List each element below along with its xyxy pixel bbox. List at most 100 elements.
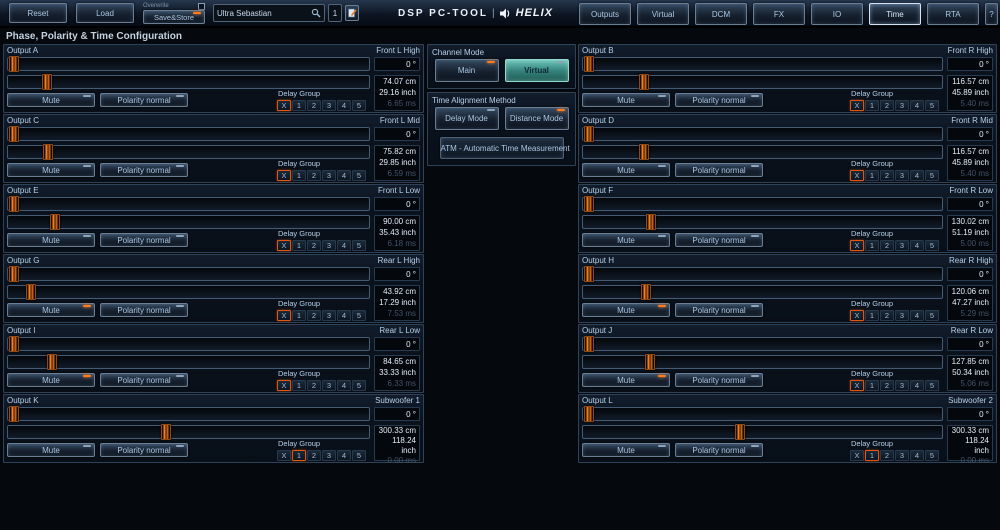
delay-group-3[interactable]: 3 [895, 450, 909, 461]
mute-button[interactable]: Mute [7, 303, 95, 317]
delay-group-1[interactable]: 1 [865, 310, 879, 321]
distance-mode-button[interactable]: Distance Mode [505, 107, 569, 130]
phase-slider-thumb[interactable] [584, 266, 594, 282]
delay-group-3[interactable]: 3 [895, 310, 909, 321]
phase-slider-thumb[interactable] [584, 406, 594, 422]
virtual-mode-button[interactable]: Virtual [505, 59, 569, 82]
delay-slider[interactable] [582, 285, 943, 299]
delay-group-1[interactable]: 1 [865, 380, 879, 391]
load-button[interactable]: Load [76, 3, 134, 23]
mute-button[interactable]: Mute [7, 373, 95, 387]
delay-group-1[interactable]: 1 [292, 240, 306, 251]
delay-group-1[interactable]: 1 [865, 240, 879, 251]
delay-slider[interactable] [582, 425, 943, 439]
phase-slider-thumb[interactable] [584, 56, 594, 72]
delay-slider[interactable] [7, 425, 370, 439]
delay-group-4[interactable]: 4 [910, 100, 924, 111]
delay-group-5[interactable]: 5 [925, 450, 939, 461]
phase-slider[interactable] [7, 57, 370, 71]
mute-button[interactable]: Mute [582, 93, 670, 107]
tab-io[interactable]: IO [811, 3, 863, 25]
polarity-button[interactable]: Polarity normal [100, 443, 188, 457]
polarity-button[interactable]: Polarity normal [100, 233, 188, 247]
delay-group-x[interactable]: X [277, 310, 291, 321]
delay-group-x[interactable]: X [850, 170, 864, 181]
mute-button[interactable]: Mute [7, 163, 95, 177]
overwrite-checkbox[interactable] [198, 3, 205, 10]
delay-slider[interactable] [582, 145, 943, 159]
delay-mode-button[interactable]: Delay Mode [435, 107, 499, 130]
delay-group-4[interactable]: 4 [910, 170, 924, 181]
delay-group-2[interactable]: 2 [880, 240, 894, 251]
delay-slider-thumb[interactable] [47, 354, 57, 370]
mute-button[interactable]: Mute [7, 93, 95, 107]
delay-group-x[interactable]: X [850, 100, 864, 111]
delay-group-1[interactable]: 1 [292, 450, 306, 461]
delay-slider-thumb[interactable] [645, 354, 655, 370]
delay-group-3[interactable]: 3 [895, 380, 909, 391]
polarity-button[interactable]: Polarity normal [675, 443, 763, 457]
delay-slider[interactable] [7, 215, 370, 229]
polarity-button[interactable]: Polarity normal [675, 233, 763, 247]
delay-group-1[interactable]: 1 [292, 100, 306, 111]
delay-group-x[interactable]: X [277, 240, 291, 251]
polarity-button[interactable]: Polarity normal [100, 303, 188, 317]
delay-group-x[interactable]: X [850, 310, 864, 321]
phase-slider-thumb[interactable] [9, 336, 19, 352]
delay-group-3[interactable]: 3 [895, 100, 909, 111]
tab-help[interactable]: ? [985, 3, 998, 25]
phase-slider-thumb[interactable] [584, 126, 594, 142]
delay-group-3[interactable]: 3 [322, 310, 336, 321]
delay-group-x[interactable]: X [277, 170, 291, 181]
phase-slider[interactable] [7, 337, 370, 351]
delay-group-3[interactable]: 3 [895, 240, 909, 251]
delay-group-5[interactable]: 5 [925, 310, 939, 321]
delay-group-3[interactable]: 3 [322, 240, 336, 251]
delay-group-4[interactable]: 4 [337, 100, 351, 111]
delay-slider[interactable] [7, 355, 370, 369]
delay-group-3[interactable]: 3 [322, 100, 336, 111]
delay-group-x[interactable]: X [850, 450, 864, 461]
mute-button[interactable]: Mute [7, 443, 95, 457]
delay-group-2[interactable]: 2 [880, 310, 894, 321]
delay-slider[interactable] [582, 75, 943, 89]
delay-group-2[interactable]: 2 [307, 100, 321, 111]
delay-group-2[interactable]: 2 [307, 170, 321, 181]
delay-group-4[interactable]: 4 [910, 380, 924, 391]
mute-button[interactable]: Mute [582, 303, 670, 317]
delay-group-5[interactable]: 5 [352, 240, 366, 251]
phase-slider[interactable] [7, 197, 370, 211]
delay-group-2[interactable]: 2 [307, 240, 321, 251]
delay-group-x[interactable]: X [850, 380, 864, 391]
delay-group-5[interactable]: 5 [352, 380, 366, 391]
delay-slider-thumb[interactable] [161, 424, 171, 440]
delay-group-1[interactable]: 1 [292, 170, 306, 181]
delay-group-4[interactable]: 4 [337, 380, 351, 391]
delay-slider-thumb[interactable] [26, 284, 36, 300]
delay-group-1[interactable]: 1 [292, 310, 306, 321]
polarity-button[interactable]: Polarity normal [675, 303, 763, 317]
mute-button[interactable]: Mute [582, 373, 670, 387]
delay-group-4[interactable]: 4 [337, 310, 351, 321]
phase-slider-thumb[interactable] [584, 336, 594, 352]
delay-group-2[interactable]: 2 [880, 380, 894, 391]
polarity-button[interactable]: Polarity normal [100, 373, 188, 387]
delay-group-4[interactable]: 4 [910, 450, 924, 461]
delay-slider-thumb[interactable] [735, 424, 745, 440]
phase-slider[interactable] [7, 407, 370, 421]
delay-group-x[interactable]: X [277, 380, 291, 391]
delay-group-4[interactable]: 4 [337, 170, 351, 181]
delay-group-2[interactable]: 2 [307, 450, 321, 461]
phase-slider[interactable] [582, 127, 943, 141]
delay-group-4[interactable]: 4 [910, 240, 924, 251]
tab-dcm[interactable]: DCM [695, 3, 747, 25]
tab-outputs[interactable]: Outputs [579, 3, 631, 25]
reset-button[interactable]: Reset [9, 3, 67, 23]
delay-group-1[interactable]: 1 [865, 170, 879, 181]
phase-slider[interactable] [582, 197, 943, 211]
preset-name-input[interactable]: Ultra Sebastian [213, 4, 325, 22]
delay-group-4[interactable]: 4 [910, 310, 924, 321]
delay-slider[interactable] [7, 75, 370, 89]
polarity-button[interactable]: Polarity normal [675, 93, 763, 107]
delay-group-2[interactable]: 2 [880, 100, 894, 111]
